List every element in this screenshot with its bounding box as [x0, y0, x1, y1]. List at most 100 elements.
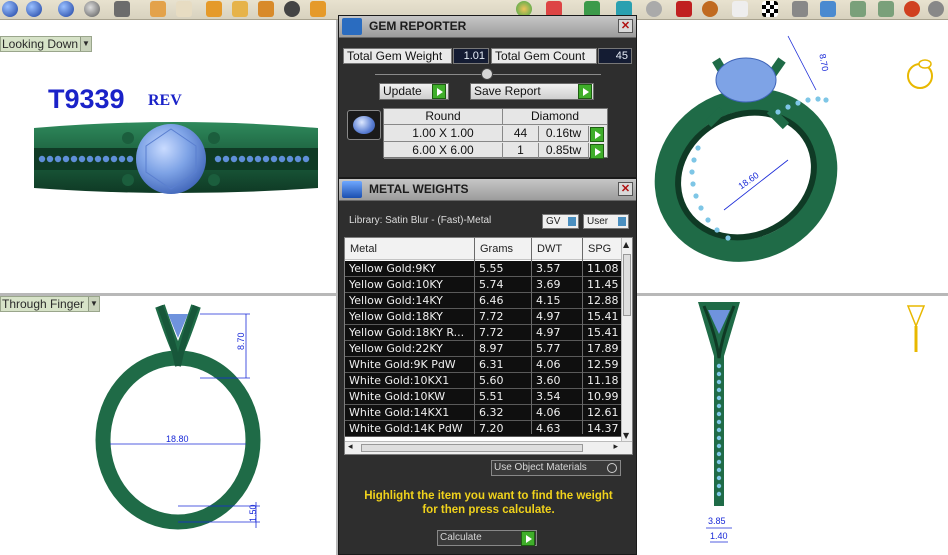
move-tool-icon[interactable]: [206, 1, 222, 17]
save-report-go-icon[interactable]: [578, 84, 592, 99]
book-tool-icon[interactable]: [676, 1, 692, 17]
round-gem-icon: [353, 116, 375, 134]
table-cell-metal: Yellow Gold:10KY: [349, 278, 443, 291]
gem-summary-table: Round Diamond 1.00 X 1.00 44 0.16tw 6.00…: [383, 108, 608, 159]
table-cell-metal: Yellow Gold:22KY: [349, 342, 443, 355]
table-cell-spg: 11.45: [587, 278, 619, 291]
dimension-shank: 1.40: [710, 531, 728, 541]
update-go-icon[interactable]: [432, 84, 446, 99]
point-tool-icon[interactable]: [176, 1, 192, 17]
sphere-icon[interactable]: [58, 1, 74, 17]
dimension-height: 8.70: [817, 53, 830, 72]
calculate-button[interactable]: Calculate: [437, 530, 537, 546]
table-cell-metal: White Gold:10KW: [349, 390, 446, 403]
cookie-tool-icon[interactable]: [702, 1, 718, 17]
curve-tool-icon[interactable]: [646, 1, 662, 17]
table-cell-metal: White Gold:9K PdW: [349, 358, 456, 371]
column-header[interactable]: Metal: [350, 243, 377, 255]
ring-perspective-view: 8.70 18.60: [654, 35, 933, 262]
close-button[interactable]: ✕: [618, 19, 633, 33]
scrollbar-thumb[interactable]: [361, 444, 583, 452]
table-cell-dwt: 3.60: [536, 374, 561, 387]
bug-tool-icon[interactable]: [904, 1, 920, 17]
prism-tool-icon[interactable]: [820, 1, 836, 17]
total-gem-count-label: Total Gem Count: [491, 48, 597, 64]
panel-title: GEM REPORTER: [369, 19, 467, 33]
table-cell-dwt: 4.63: [536, 422, 561, 435]
table-cell-metal: White Gold:14K PdW: [349, 422, 463, 435]
pen-tool-icon[interactable]: [732, 1, 748, 17]
dimension-inner-diameter: 18.80: [166, 434, 189, 444]
use-object-materials-toggle[interactable]: Use Object Materials: [491, 460, 621, 476]
splitter-handle-icon[interactable]: [481, 68, 493, 80]
table-cell-spg: 17.89: [587, 342, 619, 355]
table-cell-grams: 7.20: [479, 422, 504, 435]
scroll-down-icon[interactable]: ▼: [623, 431, 629, 440]
app-window: Looking Down ▼ T9339 REV Through Finger …: [0, 0, 948, 555]
grid-tool-icon[interactable]: [850, 1, 866, 17]
gem-thumbnail[interactable]: [347, 110, 381, 140]
arrow-tool-icon[interactable]: [150, 1, 166, 17]
column-divider: [582, 238, 583, 434]
horizontal-scrollbar[interactable]: ◂ ▸: [345, 441, 632, 454]
gem-reporter-icon: [342, 18, 362, 35]
viewport-looking-down[interactable]: Looking Down ▼ T9339 REV: [0, 20, 336, 293]
gem-weight: 0.16tw: [539, 126, 589, 142]
gem-size: 1.00 X 1.00: [384, 126, 503, 142]
table-cell-spg: 10.99: [587, 390, 619, 403]
sphere-icon[interactable]: [2, 1, 18, 17]
viewport-through-finger[interactable]: Through Finger ▼ 8.70 18.80 1.50: [0, 296, 336, 555]
dimension-shank: 1.50: [248, 504, 258, 522]
table-header: Diamond: [503, 109, 607, 125]
sphere-icon[interactable]: [26, 1, 42, 17]
gear-icon[interactable]: [928, 1, 944, 17]
grid-tool-icon[interactable]: [878, 1, 894, 17]
table-cell-spg: 14.37: [587, 422, 619, 435]
table-cell-grams: 5.51: [479, 390, 504, 403]
table-cell-grams: 6.32: [479, 406, 504, 419]
table-cell-dwt: 3.57: [536, 262, 561, 275]
line-tool-icon[interactable]: [258, 1, 274, 17]
table-cell-metal: White Gold:10KX1: [349, 374, 450, 387]
user-toggle[interactable]: User: [583, 214, 629, 229]
rectangle-tool-icon[interactable]: [232, 1, 248, 17]
table-cell-metal: Yellow Gold:14KY: [349, 294, 443, 307]
viewport-perspective[interactable]: 8.70 18.60: [638, 20, 948, 293]
globe-icon[interactable]: [84, 1, 100, 17]
ring-side-view: 3.85 1.40: [698, 302, 926, 543]
viewport-side[interactable]: 3.85 1.40: [638, 296, 948, 555]
save-report-button[interactable]: Save Report: [470, 83, 594, 100]
scroll-up-icon[interactable]: ▲: [623, 240, 629, 249]
column-header[interactable]: DWT: [537, 243, 562, 255]
scrollbar-thumb[interactable]: [623, 254, 631, 316]
panel-title-bar[interactable]: METAL WEIGHTS ✕: [339, 179, 636, 201]
checker-tool-icon[interactable]: [762, 1, 778, 17]
table-cell-grams: 5.55: [479, 262, 504, 275]
vertical-scrollbar[interactable]: ▲ ▼: [621, 238, 632, 442]
ring-front-view: 8.70 18.80 1.50: [95, 304, 261, 530]
gem-weight: 0.85tw: [539, 143, 589, 159]
table-cell-grams: 6.31: [479, 358, 504, 371]
row-select-icon[interactable]: [590, 127, 604, 142]
sphere-tool-icon[interactable]: [284, 1, 300, 17]
close-button[interactable]: ✕: [618, 182, 633, 196]
table-cell-grams: 5.74: [479, 278, 504, 291]
column-header[interactable]: Grams: [480, 243, 513, 255]
column-header[interactable]: SPG: [588, 243, 611, 255]
scroll-right-icon[interactable]: ▸: [613, 442, 618, 452]
calculate-go-icon[interactable]: [521, 531, 535, 546]
row-select-icon[interactable]: [590, 144, 604, 159]
table-cell-dwt: 4.97: [536, 326, 561, 339]
radio-icon[interactable]: [607, 463, 617, 473]
table-cell-dwt: 4.15: [536, 294, 561, 307]
arrow-tool-icon[interactable]: [310, 1, 326, 17]
column-divider: [474, 238, 475, 434]
gem-count: 44: [503, 126, 539, 142]
user-toggle-label: User: [587, 216, 609, 227]
save-icon[interactable]: [114, 1, 130, 17]
scroll-left-icon[interactable]: ◂: [348, 442, 353, 452]
table-cell-spg: 15.41: [587, 326, 619, 339]
dice-tool-icon[interactable]: [792, 1, 808, 17]
panel-title-bar[interactable]: GEM REPORTER ✕: [339, 16, 636, 38]
gv-toggle[interactable]: GV: [542, 214, 579, 229]
